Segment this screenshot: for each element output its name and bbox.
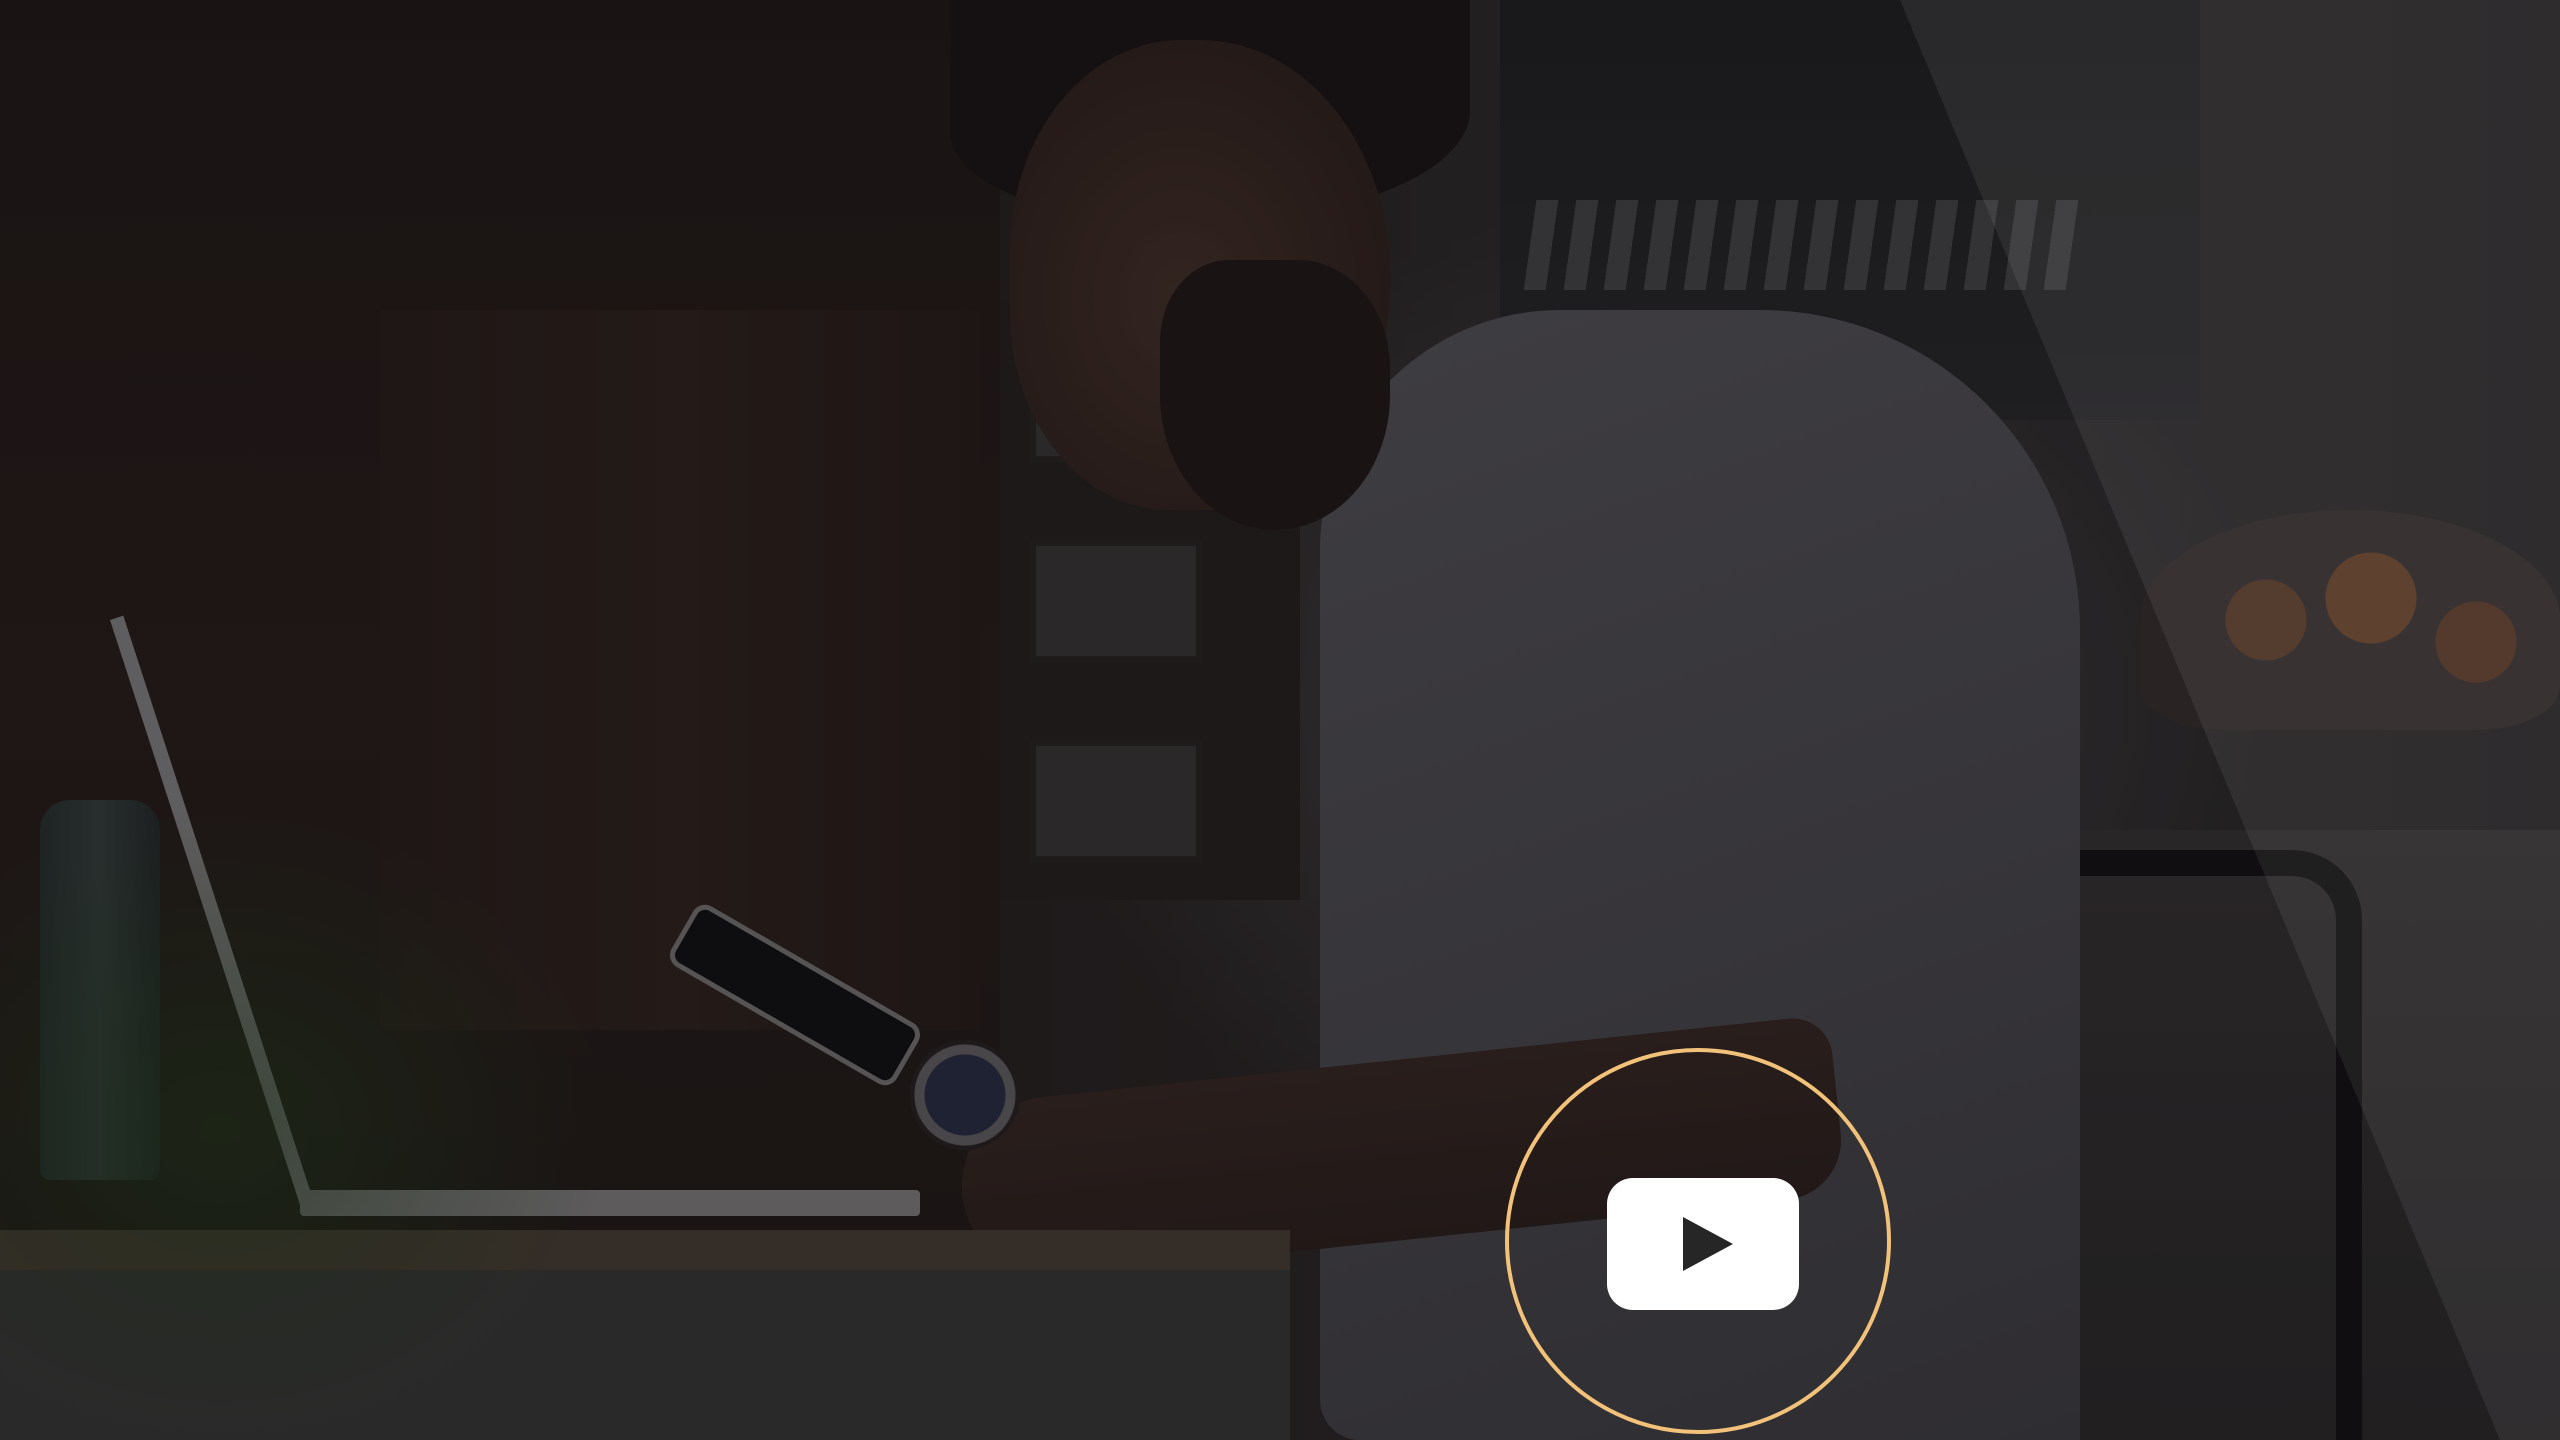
play-icon (1683, 1217, 1733, 1271)
play-button[interactable] (1607, 1178, 1799, 1310)
video-thumbnail[interactable] (0, 0, 2560, 1440)
